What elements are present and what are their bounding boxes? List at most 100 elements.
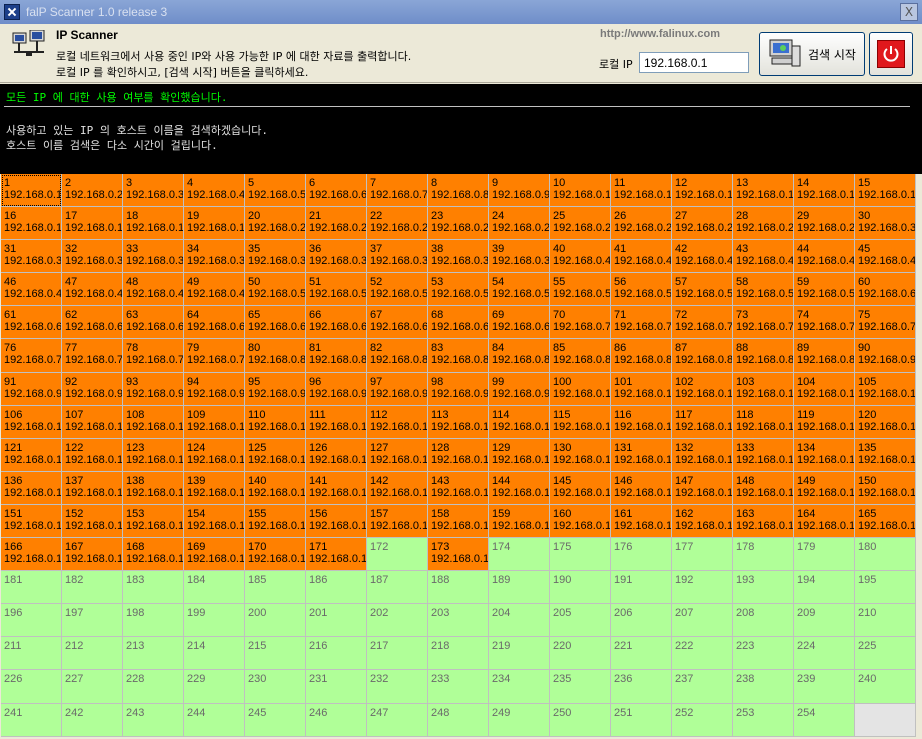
ip-cell-used[interactable]: 140192.168.0.140 bbox=[245, 471, 306, 505]
ip-cell-used[interactable]: 54 192.168.0.54 bbox=[489, 273, 550, 307]
ip-cell-used[interactable]: 67 192.168.0.67 bbox=[367, 306, 428, 340]
ip-cell-free[interactable]: 192 bbox=[672, 571, 733, 605]
ip-cell-free[interactable]: 185 bbox=[245, 571, 306, 605]
ip-cell-used[interactable]: 79 192.168.0.79 bbox=[184, 339, 245, 373]
ip-cell-used[interactable]: 165192.168.0.165 bbox=[855, 504, 916, 539]
ip-cell-used[interactable]: 98 192.168.0.98 bbox=[428, 372, 489, 406]
ip-cell-free[interactable]: 202 bbox=[367, 604, 428, 638]
ip-cell-free[interactable]: 248 bbox=[428, 703, 489, 737]
ip-cell-free[interactable]: 253 bbox=[733, 703, 794, 737]
ip-cell-used[interactable]: 63 192.168.0.63 bbox=[123, 306, 184, 340]
ip-cell-free[interactable]: 220 bbox=[550, 637, 611, 671]
ip-cell-used[interactable]: 64 192.168.0.64 bbox=[184, 306, 245, 340]
ip-cell-free[interactable]: 191 bbox=[611, 571, 672, 605]
ip-cell-used[interactable]: 52 192.168.0.52 bbox=[367, 273, 428, 307]
ip-cell-free[interactable]: 206 bbox=[611, 604, 672, 638]
ip-cell-used[interactable]: 151192.168.0.151 bbox=[1, 504, 62, 539]
ip-cell-free[interactable]: 241 bbox=[1, 703, 62, 737]
ip-cell-used[interactable]: 110192.168.0.110 bbox=[245, 405, 306, 439]
close-window-button[interactable]: X bbox=[900, 3, 918, 21]
ip-cell-free[interactable]: 244 bbox=[184, 703, 245, 737]
ip-cell-free[interactable]: 188 bbox=[428, 571, 489, 605]
ip-cell-used[interactable]: 2 192.168.0.2 bbox=[62, 174, 123, 208]
scan-start-button[interactable]: 검색 시작 bbox=[759, 32, 865, 76]
ip-cell-used[interactable]: 45 192.168.0.45 bbox=[855, 240, 916, 274]
ip-cell-used[interactable]: 160192.168.0.160 bbox=[550, 504, 611, 539]
ip-cell-free[interactable]: 227 bbox=[62, 670, 123, 704]
ip-cell-used[interactable]: 125192.168.0.125 bbox=[245, 438, 306, 472]
ip-cell-used[interactable]: 147192.168.0.147 bbox=[672, 471, 733, 505]
ip-cell-used[interactable]: 30 192.168.0.30 bbox=[855, 207, 916, 241]
ip-cell-used[interactable]: 162192.168.0.162 bbox=[672, 504, 733, 539]
ip-cell-free[interactable]: 221 bbox=[611, 637, 672, 671]
ip-cell-free[interactable]: 184 bbox=[184, 571, 245, 605]
ip-cell-free[interactable]: 195 bbox=[855, 571, 916, 605]
ip-cell-used[interactable]: 163192.168.0.163 bbox=[733, 504, 794, 539]
ip-cell-used[interactable]: 116192.168.0.116 bbox=[611, 405, 672, 439]
ip-cell-free[interactable]: 222 bbox=[672, 637, 733, 671]
ip-cell-used[interactable]: 28 192.168.0.28 bbox=[733, 207, 794, 241]
ip-cell-free[interactable]: 223 bbox=[733, 637, 794, 671]
ip-cell-free[interactable]: 182 bbox=[62, 571, 123, 605]
ip-cell-used[interactable]: 1 192.168.0.1 bbox=[1, 174, 62, 208]
ip-cell-free[interactable]: 177 bbox=[672, 538, 733, 572]
ip-cell-used[interactable]: 18 192.168.0.18 bbox=[123, 207, 184, 241]
ip-cell-free[interactable]: 250 bbox=[550, 703, 611, 737]
ip-cell-used[interactable]: 31 192.168.0.31 bbox=[1, 240, 62, 274]
ip-cell-free[interactable]: 234 bbox=[489, 670, 550, 704]
ip-cell-used[interactable]: 35 192.168.0.35 bbox=[245, 240, 306, 274]
ip-cell-free[interactable]: 197 bbox=[62, 604, 123, 638]
ip-cell-free[interactable]: 219 bbox=[489, 637, 550, 671]
ip-cell-used[interactable]: 115192.168.0.115 bbox=[550, 405, 611, 439]
ip-cell-used[interactable]: 166192.168.0.166 bbox=[1, 538, 62, 572]
ip-cell-used[interactable]: 37 192.168.0.37 bbox=[367, 240, 428, 274]
ip-cell-free[interactable]: 200 bbox=[245, 604, 306, 638]
ip-cell-used[interactable]: 73 192.168.0.73 bbox=[733, 306, 794, 340]
ip-cell-free[interactable]: 218 bbox=[428, 637, 489, 671]
ip-cell-used[interactable]: 134192.168.0.134 bbox=[794, 438, 855, 472]
ip-cell-used[interactable]: 117192.168.0.117 bbox=[672, 405, 733, 439]
ip-cell-used[interactable]: 154192.168.0.154 bbox=[184, 504, 245, 539]
ip-cell-used[interactable]: 7 192.168.0.7 bbox=[367, 174, 428, 208]
ip-cell-free[interactable]: 239 bbox=[794, 670, 855, 704]
ip-cell-used[interactable]: 128192.168.0.128 bbox=[428, 438, 489, 472]
ip-cell-free[interactable]: 176 bbox=[611, 538, 672, 572]
ip-cell-used[interactable]: 102192.168.0.102 bbox=[672, 372, 733, 406]
ip-cell-used[interactable]: 9 192.168.0.9 bbox=[489, 174, 550, 208]
ip-cell-used[interactable]: 25 192.168.0.25 bbox=[550, 207, 611, 241]
ip-cell-used[interactable]: 75 192.168.0.75 bbox=[855, 306, 916, 340]
ip-cell-free[interactable]: 193 bbox=[733, 571, 794, 605]
ip-cell-free[interactable]: 183 bbox=[123, 571, 184, 605]
ip-cell-used[interactable]: 142192.168.0.142 bbox=[367, 471, 428, 505]
ip-cell-used[interactable]: 5 192.168.0.5 bbox=[245, 174, 306, 208]
ip-cell-used[interactable]: 131192.168.0.131 bbox=[611, 438, 672, 472]
ip-cell-free[interactable]: 194 bbox=[794, 571, 855, 605]
title-bar[interactable]: falP Scanner 1.0 release 3 X bbox=[0, 0, 922, 24]
ip-cell-used[interactable]: 136192.168.0.136 bbox=[1, 471, 62, 505]
ip-cell-used[interactable]: 149192.168.0.149 bbox=[794, 471, 855, 505]
ip-cell-used[interactable]: 55 192.168.0.55 bbox=[550, 273, 611, 307]
ip-cell-used[interactable]: 107192.168.0.107 bbox=[62, 405, 123, 439]
ip-cell-used[interactable]: 158192.168.0.158 bbox=[428, 504, 489, 539]
ip-cell-used[interactable]: 130192.168.0.130 bbox=[550, 438, 611, 472]
ip-cell-used[interactable]: 38 192.168.0.38 bbox=[428, 240, 489, 274]
ip-cell-used[interactable]: 170192.168.0.170 bbox=[245, 538, 306, 572]
ip-cell-free[interactable]: 225 bbox=[855, 637, 916, 671]
ip-cell-free[interactable]: 211 bbox=[1, 637, 62, 671]
ip-cell-used[interactable]: 133192.168.0.133 bbox=[733, 438, 794, 472]
ip-cell-free[interactable]: 208 bbox=[733, 604, 794, 638]
ip-cell-used[interactable]: 155192.168.0.155 bbox=[245, 504, 306, 539]
ip-cell-used[interactable]: 13 192.168.0.13 bbox=[733, 174, 794, 208]
ip-cell-used[interactable]: 26 192.168.0.26 bbox=[611, 207, 672, 241]
ip-cell-used[interactable]: 129192.168.0.129 bbox=[489, 438, 550, 472]
ip-cell-free[interactable]: 180 bbox=[855, 538, 916, 572]
ip-cell-used[interactable]: 16 192.168.0.16 bbox=[1, 207, 62, 241]
ip-cell-used[interactable]: 118192.168.0.118 bbox=[733, 405, 794, 439]
ip-cell-free[interactable]: 172 bbox=[367, 538, 428, 572]
ip-cell-used[interactable]: 119192.168.0.119 bbox=[794, 405, 855, 439]
ip-cell-used[interactable]: 159192.168.0.159 bbox=[489, 504, 550, 539]
ip-cell-free[interactable]: 209 bbox=[794, 604, 855, 638]
ip-cell-used[interactable]: 14 192.168.0.14 bbox=[794, 174, 855, 208]
ip-cell-used[interactable]: 86 192.168.0.86 bbox=[611, 339, 672, 373]
ip-cell-used[interactable]: 39 192.168.0.39 bbox=[489, 240, 550, 274]
